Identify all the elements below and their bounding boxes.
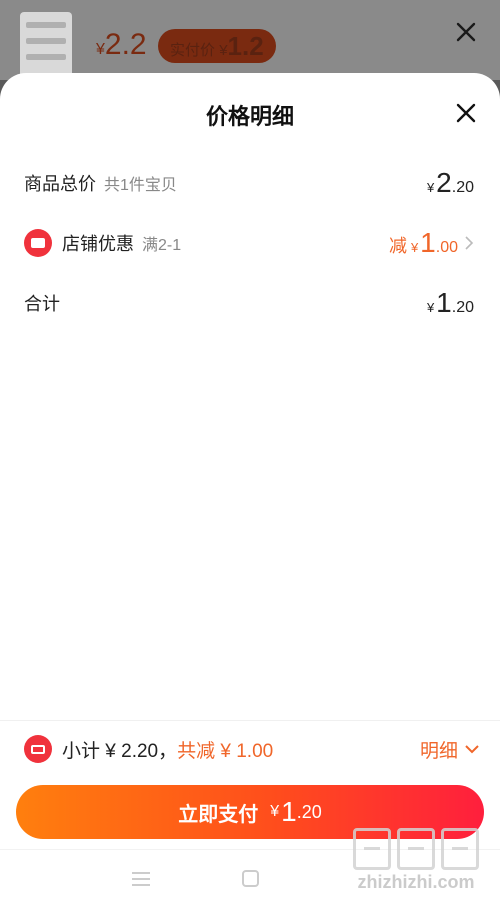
price-detail-sheet: 价格明细 商品总价 共1件宝贝 ¥2.20 店铺优惠 满2-1 减 ¥1.00 合… [0, 73, 500, 907]
chevron-down-icon [465, 745, 479, 754]
item-count: 共1件宝贝 [104, 177, 177, 194]
product-price: ¥2.2 [96, 28, 147, 61]
shop-discount-label: 店铺优惠 [62, 234, 134, 254]
shop-discount-amount: 减 ¥1.00 [388, 227, 458, 258]
sum-label: 合计 [24, 294, 60, 314]
row-total-price: 商品总价 共1件宝贝 ¥2.20 [24, 163, 474, 203]
sum-amount: ¥1.20 [426, 287, 474, 318]
discount-rule: 满2-1 [142, 237, 182, 254]
watermark-logo [346, 828, 486, 870]
subtotal-summary: 小计 ¥ 2.20， 共减 ¥ 1.00 [24, 733, 273, 765]
product-thumbnail [20, 12, 72, 78]
shop-icon [24, 229, 52, 257]
sheet-title: 价格明细 [205, 104, 294, 129]
close-icon[interactable] [454, 20, 478, 44]
detail-label: 明细 [419, 740, 458, 762]
total-price-amount: ¥2.20 [426, 167, 474, 198]
actual-price-badge: 实付价 ¥1.2 [158, 29, 276, 63]
pay-now-label: 立即支付 [178, 803, 259, 826]
home-icon[interactable] [242, 870, 259, 887]
close-icon[interactable] [454, 101, 478, 125]
row-shop-discount[interactable]: 店铺优惠 满2-1 减 ¥1.00 [24, 223, 474, 263]
discount-total-text: 共减 ¥ 1.00 [177, 740, 274, 762]
chevron-right-icon [465, 236, 474, 250]
menu-icon[interactable] [132, 872, 150, 886]
background-product-header: ¥2.2 实付价 ¥1.2 [0, 0, 500, 80]
watermark: zhizhizhi.com [346, 828, 486, 903]
subtotal-text: 小计 ¥ 2.20， [62, 740, 178, 762]
divider [0, 720, 500, 721]
ticket-icon [24, 735, 52, 763]
total-price-label: 商品总价 [24, 174, 96, 194]
row-sum: 合计 ¥1.20 [24, 283, 474, 323]
detail-toggle-button[interactable]: 明细 [420, 733, 480, 765]
watermark-text: zhizhizhi.com [357, 872, 475, 892]
pay-amount: 1 [281, 796, 297, 827]
